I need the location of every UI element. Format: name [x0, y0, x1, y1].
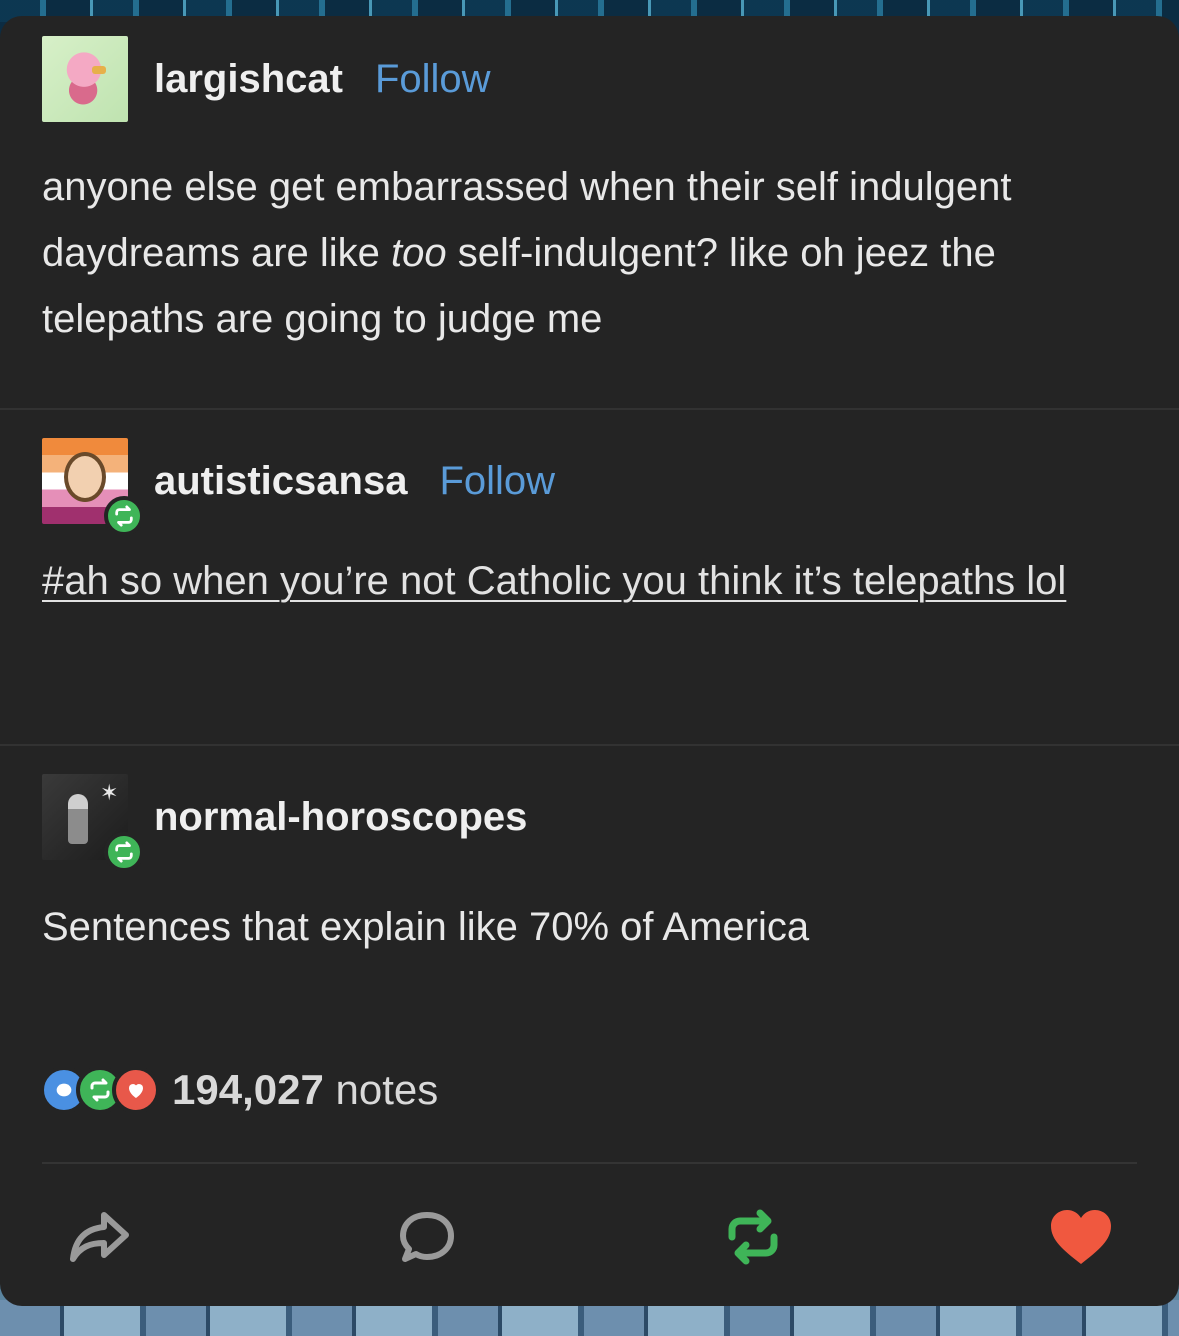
username[interactable]: normal-horoscopes [154, 795, 527, 840]
post-body: anyone else get embarrassed when their s… [42, 154, 1137, 352]
heart-icon [1051, 1210, 1111, 1264]
notes-row[interactable]: 194,027 notes [40, 1066, 438, 1114]
post-body: Sentences that explain like 70% of Ameri… [42, 905, 810, 949]
like-button[interactable] [1046, 1202, 1116, 1272]
pride-flag-avatar-icon [64, 452, 106, 502]
beak [92, 66, 106, 74]
notes-count: 194,027 notes [172, 1066, 438, 1114]
sparkle-icon: ✶ [100, 780, 119, 805]
follow-button[interactable]: Follow [439, 459, 555, 504]
share-button[interactable] [64, 1202, 134, 1272]
share-icon [70, 1212, 129, 1262]
notes-number: 194,027 [172, 1066, 324, 1113]
divider [0, 408, 1179, 410]
divider [0, 744, 1179, 746]
reblog-badge-icon [104, 496, 144, 536]
username[interactable]: largishcat [154, 57, 343, 102]
reblog-icon [728, 1209, 778, 1265]
post-normal-horoscopes: ✶ normal-horoscopes Sentences that expla… [42, 774, 1137, 960]
reblog-badge-icon [104, 832, 144, 872]
post-header: autisticsansa Follow [42, 438, 1137, 536]
notes-label: notes [335, 1066, 439, 1113]
reply-button[interactable] [392, 1202, 462, 1272]
avatar[interactable] [42, 36, 128, 122]
post-header: largishcat Follow [42, 36, 1137, 122]
avatar[interactable]: ✶ [42, 774, 144, 872]
post-card: largishcat Follow anyone else get embarr… [0, 16, 1179, 1306]
username[interactable]: autisticsansa [154, 459, 407, 504]
reply-icon [400, 1212, 454, 1262]
post-autisticsansa: autisticsansa Follow #ah so when you’re … [42, 438, 1137, 614]
post-largishcat: largishcat Follow anyone else get embarr… [42, 36, 1137, 352]
post-header: ✶ normal-horoscopes [42, 774, 1137, 872]
post-tags[interactable]: #ah so when you’re not Catholic you thin… [42, 548, 1137, 614]
follow-button[interactable]: Follow [375, 57, 491, 102]
action-bar [0, 1202, 1179, 1272]
like-note-icon [112, 1066, 160, 1114]
post-text-emphasis: too [391, 231, 447, 275]
dark-figure-avatar-icon [68, 794, 88, 844]
avatar[interactable] [42, 438, 144, 536]
pink-bird-avatar-icon [62, 50, 106, 106]
reblog-button[interactable] [718, 1202, 788, 1272]
divider [42, 1162, 1137, 1164]
